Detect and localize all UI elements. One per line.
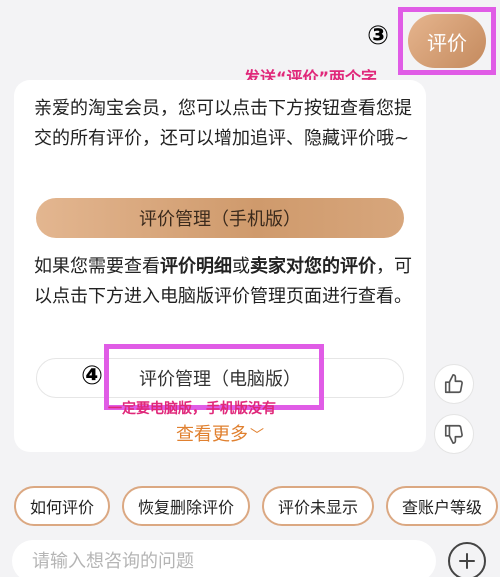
p2-text-or: 或 <box>232 256 250 277</box>
review-manage-mobile-label: 评价管理（手机版） <box>139 209 301 230</box>
quick-reply-chip[interactable]: 评价未显示 <box>262 486 375 526</box>
thumbs-down-icon <box>444 424 463 444</box>
like-button[interactable] <box>434 364 474 404</box>
annotation-step-3: ③ <box>366 21 389 51</box>
reply-paragraph-2: 如果您需要查看评价明细或卖家对您的评价，可以点击下方进入电脑版评价管理页面进行查… <box>34 252 414 312</box>
reply-paragraph-1: 亲爱的淘宝会员，您可以点击下方按钮查看您提交的所有评价，还可以增加追评、隐藏评价… <box>34 98 412 149</box>
plus-button[interactable] <box>448 542 486 577</box>
review-manage-mobile-button[interactable]: 评价管理（手机版） <box>36 198 404 238</box>
annotation-box-user-message <box>398 7 496 75</box>
thumbs-up-icon <box>444 374 463 394</box>
quick-reply-chip[interactable]: 如何评价 <box>14 486 111 526</box>
chevron-down-icon: ﹀ <box>250 428 264 444</box>
plus-icon <box>459 553 475 569</box>
show-more-label: 查看更多 <box>176 424 248 445</box>
show-more-link[interactable]: 查看更多 ﹀ <box>14 420 426 446</box>
quick-reply-bar: 如何评价 恢复删除评价 评价未显示 查账户等级 <box>14 486 499 528</box>
p2-bold-seller-review: 卖家对您的评价 <box>250 256 376 277</box>
quick-reply-chip[interactable]: 查账户等级 <box>386 486 499 526</box>
p2-bold-detail: 评价明细 <box>160 256 232 277</box>
message-input[interactable] <box>12 540 436 577</box>
dislike-button[interactable] <box>434 414 474 454</box>
p2-text-a: 如果您需要查看 <box>34 256 160 277</box>
quick-reply-chip[interactable]: 恢复删除评价 <box>122 486 251 526</box>
annotation-text-step-4: 一定要电脑版，手机版没有 <box>108 401 276 417</box>
message-input-container <box>12 540 436 577</box>
